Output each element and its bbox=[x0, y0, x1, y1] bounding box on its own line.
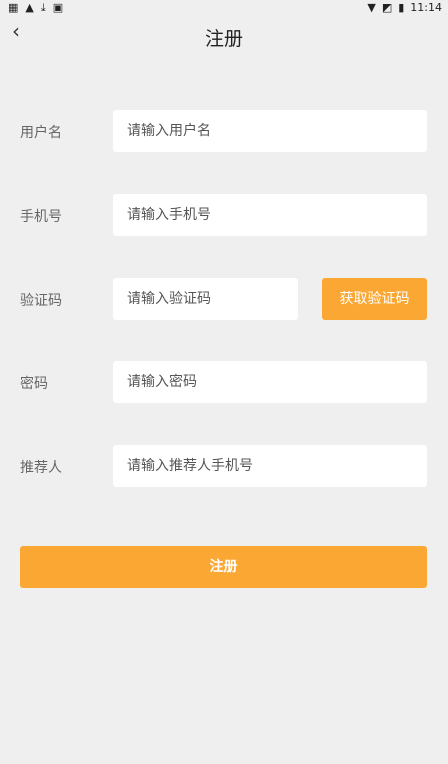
phone-label: 手机号 bbox=[20, 209, 62, 225]
referrer-row: 推荐人 bbox=[0, 445, 448, 487]
password-input[interactable] bbox=[113, 361, 427, 403]
register-button[interactable]: 注册 bbox=[20, 546, 427, 588]
code-label: 验证码 bbox=[20, 293, 62, 309]
referrer-input[interactable] bbox=[113, 445, 427, 487]
password-label: 密码 bbox=[20, 376, 48, 392]
status-time: 11:14 bbox=[410, 1, 442, 14]
app-icon: ▣ bbox=[52, 1, 64, 14]
code-row: 验证码 获取验证码 bbox=[0, 278, 448, 320]
wifi-icon: ▼ bbox=[367, 1, 376, 14]
page-title: 注册 bbox=[204, 28, 243, 50]
download-icon: ⤓ bbox=[40, 1, 46, 14]
username-row: 用户名 bbox=[0, 110, 448, 152]
status-left-icons: ▦ ▲ ⤓ ▣ bbox=[8, 1, 63, 14]
status-bar: ▦ ▲ ⤓ ▣ ▼ ◩ ▮ 11:14 bbox=[0, 0, 448, 16]
sim-icon: ▦ bbox=[8, 1, 19, 14]
warning-icon: ▲ bbox=[25, 1, 34, 14]
phone-input[interactable] bbox=[113, 194, 427, 236]
username-input[interactable] bbox=[113, 110, 427, 152]
no-sim-icon: ◩ bbox=[381, 1, 393, 14]
password-row: 密码 bbox=[0, 361, 448, 403]
referrer-label: 推荐人 bbox=[20, 460, 62, 476]
status-right-icons: ▼ ◩ ▮ 11:14 bbox=[367, 1, 442, 14]
username-label: 用户名 bbox=[20, 125, 62, 141]
get-code-button[interactable]: 获取验证码 bbox=[322, 278, 427, 320]
nav-bar: ‹ 注册 bbox=[0, 16, 448, 56]
phone-row: 手机号 bbox=[0, 194, 448, 236]
code-input[interactable] bbox=[113, 278, 298, 320]
battery-icon: ▮ bbox=[398, 1, 405, 14]
